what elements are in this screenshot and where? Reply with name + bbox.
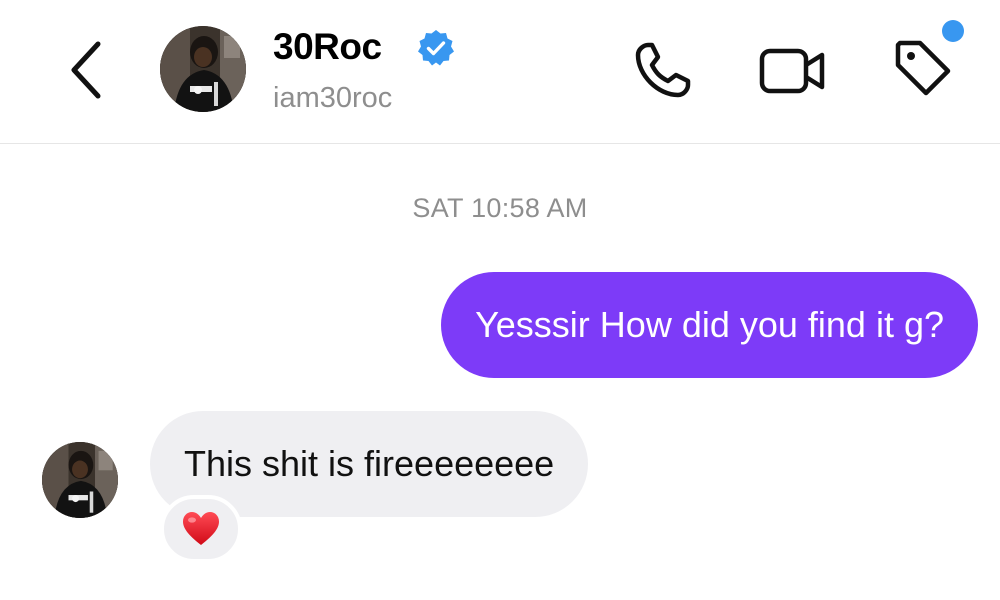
message-reaction[interactable] [160, 495, 242, 563]
chevron-left-icon [71, 41, 101, 99]
outgoing-message-bubble[interactable]: Yesssir How did you find it g? [441, 272, 978, 378]
contact-avatar[interactable] [160, 26, 246, 112]
avatar-photo [160, 26, 246, 112]
audio-call-button[interactable] [624, 36, 700, 106]
video-call-button[interactable] [752, 36, 834, 106]
verified-badge-icon [418, 30, 454, 66]
chat-header: 30Roc iam30roc [0, 0, 1000, 144]
phone-icon [635, 42, 691, 98]
message-timestamp: SAT 10:58 AM [412, 193, 588, 223]
tag-icon [895, 40, 951, 96]
direct-message-screen: 30Roc iam30roc SAT 10:58 AM Yesssir How … [0, 0, 1000, 600]
heart-reaction-icon [183, 512, 219, 545]
video-camera-icon [759, 48, 825, 94]
contact-handle[interactable]: iam30roc [273, 82, 392, 115]
back-button[interactable] [58, 36, 114, 104]
contact-name[interactable]: 30Roc [273, 26, 382, 68]
notification-dot [942, 20, 964, 42]
sender-avatar[interactable] [42, 442, 118, 518]
avatar-photo [42, 442, 118, 518]
